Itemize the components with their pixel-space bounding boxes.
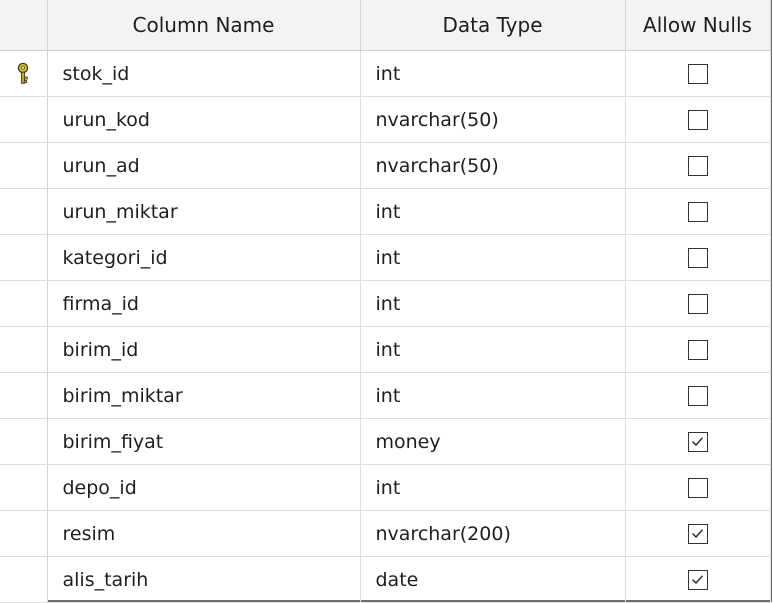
data-type-cell[interactable]: int xyxy=(360,188,626,235)
column-name-cell[interactable]: urun_miktar xyxy=(47,188,361,235)
column-name-cell[interactable]: urun_kod xyxy=(47,96,361,143)
row-selector[interactable] xyxy=(0,326,48,373)
data-type-header[interactable]: Data Type xyxy=(360,0,626,51)
allow-nulls-checkbox[interactable] xyxy=(687,202,708,222)
allow-nulls-header[interactable]: Allow Nulls xyxy=(625,0,771,51)
row-selector[interactable] xyxy=(0,418,48,465)
allow-nulls-cell xyxy=(625,510,771,557)
data-type-cell[interactable]: nvarchar(200) xyxy=(360,510,626,557)
column-name-cell[interactable]: birim_fiyat xyxy=(47,418,361,465)
row-selector[interactable] xyxy=(0,372,48,419)
table-row[interactable]: urun_kod nvarchar(50) xyxy=(0,96,771,143)
column-name-cell[interactable]: depo_id xyxy=(47,464,361,511)
allow-nulls-checkbox[interactable] xyxy=(687,386,708,406)
allow-nulls-cell xyxy=(625,326,771,373)
table-row[interactable]: depo_id int xyxy=(0,464,771,511)
data-type-cell[interactable]: int xyxy=(360,280,626,327)
column-name-cell[interactable]: urun_ad xyxy=(47,142,361,189)
allow-nulls-cell xyxy=(625,234,771,281)
column-name-cell[interactable]: birim_miktar xyxy=(47,372,361,419)
column-name-cell[interactable]: firma_id xyxy=(47,280,361,327)
header-row: Column Name Data Type Allow Nulls xyxy=(0,0,771,51)
table-row[interactable]: firma_id int xyxy=(0,280,771,327)
allow-nulls-cell xyxy=(625,464,771,511)
allow-nulls-cell xyxy=(625,280,771,327)
allow-nulls-cell xyxy=(625,556,771,603)
table-row[interactable]: urun_miktar int xyxy=(0,188,771,235)
data-type-cell[interactable]: int xyxy=(360,50,626,97)
columns-table: Column Name Data Type Allow Nulls stok_i… xyxy=(0,0,771,603)
allow-nulls-checkbox[interactable] xyxy=(687,248,708,268)
allow-nulls-cell xyxy=(625,50,771,97)
allow-nulls-cell xyxy=(625,372,771,419)
allow-nulls-checkbox[interactable] xyxy=(687,64,708,84)
allow-nulls-checkbox[interactable] xyxy=(687,478,708,498)
row-selector[interactable] xyxy=(0,96,48,143)
row-selector[interactable] xyxy=(0,188,48,235)
data-type-cell[interactable]: int xyxy=(360,326,626,373)
table-row[interactable]: stok_id int xyxy=(0,50,771,97)
row-selector[interactable] xyxy=(0,280,48,327)
table-designer-grid: Column Name Data Type Allow Nulls stok_i… xyxy=(0,0,772,603)
column-name-cell[interactable]: resim xyxy=(47,510,361,557)
table-row[interactable]: kategori_id int xyxy=(0,234,771,281)
allow-nulls-checkbox[interactable] xyxy=(687,294,708,314)
row-selector[interactable] xyxy=(0,50,48,97)
row-selector[interactable] xyxy=(0,464,48,511)
row-selector-header[interactable] xyxy=(0,0,48,51)
table-row[interactable]: urun_ad nvarchar(50) xyxy=(0,142,771,189)
row-selector[interactable] xyxy=(0,510,48,557)
allow-nulls-checkbox[interactable] xyxy=(687,432,708,452)
row-selector[interactable] xyxy=(0,556,48,603)
column-name-header[interactable]: Column Name xyxy=(47,0,361,51)
columns-body: stok_id int urun_kod nvarchar(50) urun_a… xyxy=(0,50,771,603)
data-type-cell[interactable]: date xyxy=(360,556,626,603)
table-row[interactable]: alis_tarih date xyxy=(0,556,771,603)
data-type-cell[interactable]: int xyxy=(360,372,626,419)
allow-nulls-cell xyxy=(625,418,771,465)
table-row[interactable]: resim nvarchar(200) xyxy=(0,510,771,557)
table-row[interactable]: birim_fiyat money xyxy=(0,418,771,465)
row-selector[interactable] xyxy=(0,142,48,189)
column-name-cell[interactable]: stok_id xyxy=(47,50,361,97)
allow-nulls-checkbox[interactable] xyxy=(687,570,708,590)
data-type-cell[interactable]: nvarchar(50) xyxy=(360,142,626,189)
data-type-cell[interactable]: nvarchar(50) xyxy=(360,96,626,143)
allow-nulls-cell xyxy=(625,96,771,143)
data-type-cell[interactable]: int xyxy=(360,464,626,511)
column-name-cell[interactable]: kategori_id xyxy=(47,234,361,281)
data-type-cell[interactable]: int xyxy=(360,234,626,281)
table-row[interactable]: birim_miktar int xyxy=(0,372,771,419)
table-row[interactable]: birim_id int xyxy=(0,326,771,373)
key-icon xyxy=(15,62,31,86)
allow-nulls-checkbox[interactable] xyxy=(687,340,708,360)
column-name-cell[interactable]: alis_tarih xyxy=(47,556,361,603)
allow-nulls-cell xyxy=(625,142,771,189)
data-type-cell[interactable]: money xyxy=(360,418,626,465)
allow-nulls-cell xyxy=(625,188,771,235)
row-selector[interactable] xyxy=(0,234,48,281)
allow-nulls-checkbox[interactable] xyxy=(687,524,708,544)
allow-nulls-checkbox[interactable] xyxy=(687,110,708,130)
column-name-cell[interactable]: birim_id xyxy=(47,326,361,373)
allow-nulls-checkbox[interactable] xyxy=(687,156,708,176)
